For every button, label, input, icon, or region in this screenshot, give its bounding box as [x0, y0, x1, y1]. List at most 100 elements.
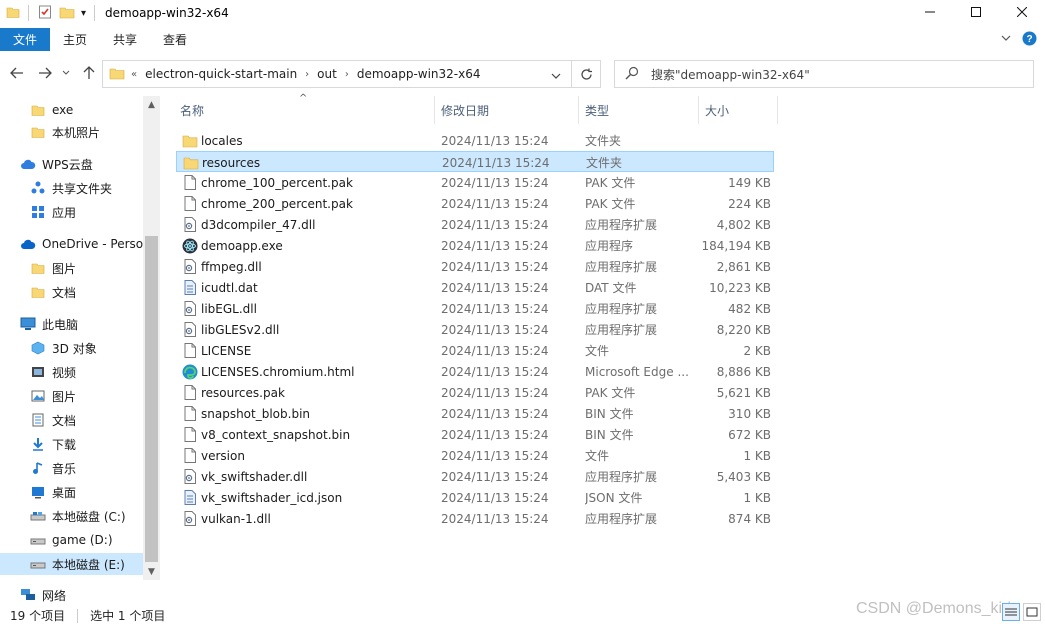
file-row[interactable]: chrome_200_percent.pak 2024/11/13 15:24 PA…	[176, 193, 774, 214]
nav-item-onedrive-documents[interactable]: 文档	[0, 281, 143, 303]
address-dropdown-icon[interactable]	[551, 69, 561, 83]
file-row[interactable]: libEGL.dll 2024/11/13 15:24 应用程序扩展 482 KB	[176, 298, 774, 319]
chevron-right-icon[interactable]: ›	[345, 69, 349, 80]
large-icons-view-button[interactable]	[1023, 603, 1041, 621]
file-row[interactable]: icudtl.dat 2024/11/13 15:24 DAT 文件 10,223 K…	[176, 277, 774, 298]
column-header-type[interactable]: 类型	[585, 96, 695, 124]
column-header-date[interactable]: 修改日期	[441, 96, 576, 124]
tab-home[interactable]: 主页	[50, 28, 100, 51]
file-type: DAT 文件	[585, 281, 637, 295]
file-icon	[182, 445, 198, 466]
nav-item-drive-e[interactable]: 本地磁盘 (E:)	[0, 553, 143, 575]
minimize-icon	[925, 11, 935, 13]
nav-item-label: 图片	[52, 389, 77, 404]
file-row[interactable]: chrome_100_percent.pak 2024/11/13 15:24 PA…	[176, 172, 774, 193]
nav-item-label: 本地磁盘 (E:)	[52, 557, 125, 572]
watermark: CSDN @Demons_kirit	[856, 600, 1016, 617]
chevron-right-icon[interactable]: ›	[305, 69, 309, 80]
close-button[interactable]	[999, 0, 1045, 24]
dat-icon	[182, 487, 198, 508]
expand-ribbon-icon[interactable]	[1000, 32, 1012, 47]
file-modified-date: 2024/11/13 15:24	[441, 490, 549, 505]
file-row[interactable]: v8_context_snapshot.bin 2024/11/13 15:24 B…	[176, 424, 774, 445]
pictures-icon	[30, 388, 46, 404]
file-row[interactable]: version 2024/11/13 15:24 文件 1 KB	[176, 445, 774, 466]
customize-dropdown-icon[interactable]: ▾	[81, 8, 86, 19]
nav-item-apps[interactable]: 应用	[0, 201, 143, 223]
address-prefix[interactable]: «	[131, 69, 137, 80]
nav-item-wps-cloud[interactable]: WPS云盘	[0, 153, 143, 175]
refresh-button[interactable]	[571, 60, 601, 88]
nav-item-videos[interactable]: 视频	[0, 361, 143, 383]
file-row[interactable]: vk_swiftshader_icd.json 2024/11/13 15:24 J…	[176, 487, 774, 508]
file-row[interactable]: ffmpeg.dll 2024/11/13 15:24 应用程序扩展 2,861 KB	[176, 256, 774, 277]
tab-share[interactable]: 共享	[100, 28, 150, 51]
file-row[interactable]: locales 2024/11/13 15:24 文件夹	[176, 130, 774, 151]
search-box[interactable]: 搜索"demoapp-win32-x64"	[614, 60, 1034, 88]
file-type: 应用程序扩展	[585, 512, 658, 526]
details-view-button[interactable]	[1002, 603, 1020, 621]
refresh-icon	[580, 68, 592, 80]
scroll-up-icon[interactable]: ▲	[143, 96, 160, 113]
address-bar[interactable]: « electron-quick-start-main › out › demo…	[102, 60, 572, 88]
properties-icon[interactable]	[37, 4, 53, 23]
file-row[interactable]: vk_swiftshader.dll 2024/11/13 15:24 应用程序扩展…	[176, 466, 774, 487]
nav-item-network[interactable]: 网络	[0, 585, 143, 605]
file-row[interactable]: libGLESv2.dll 2024/11/13 15:24 应用程序扩展 8,220…	[176, 319, 774, 340]
navigation-pane: exe 本机照片 WPS云盘 共享文件夹 应用 OneDrive - Perso…	[0, 96, 160, 580]
forward-button[interactable]	[36, 64, 54, 82]
file-row[interactable]: resources 2024/11/13 15:24 文件夹	[176, 151, 774, 172]
file-name: LICENSE	[201, 343, 252, 358]
search-input[interactable]: 搜索"demoapp-win32-x64"	[651, 66, 810, 83]
large-icons-view-icon	[1026, 607, 1038, 617]
file-name: demoapp.exe	[201, 238, 283, 253]
column-header-size[interactable]: 大小	[705, 96, 775, 124]
file-row[interactable]: demoapp.exe 2024/11/13 15:24 应用程序 184,194 K…	[176, 235, 774, 256]
address-segment[interactable]: demoapp-win32-x64	[357, 67, 481, 81]
nav-item-pictures[interactable]: 图片	[0, 385, 143, 407]
nav-item-drive-c[interactable]: 本地磁盘 (C:)	[0, 505, 143, 527]
nav-item-desktop[interactable]: 桌面	[0, 481, 143, 503]
column-headers: ^ 名称 修改日期 类型 大小	[176, 93, 786, 124]
nav-item-this-pc[interactable]: 此电脑	[0, 313, 143, 335]
file-row[interactable]: vulkan-1.dll 2024/11/13 15:24 应用程序扩展 874 KB	[176, 508, 774, 529]
help-icon[interactable]: ?	[1022, 31, 1037, 49]
nav-scrollbar[interactable]: ▲ ▼	[143, 96, 160, 580]
nav-item-onedrive[interactable]: OneDrive - Perso	[0, 233, 143, 255]
nav-item-onedrive-pictures[interactable]: 图片	[0, 257, 143, 279]
new-folder-icon[interactable]	[59, 4, 75, 23]
nav-item-downloads[interactable]: 下载	[0, 433, 143, 455]
file-row[interactable]: d3dcompiler_47.dll 2024/11/13 15:24 应用程序扩展…	[176, 214, 774, 235]
address-segment[interactable]: electron-quick-start-main	[145, 67, 297, 81]
tab-file[interactable]: 文件	[0, 28, 50, 51]
nav-item-drive-d[interactable]: game (D:)	[0, 529, 143, 551]
nav-item-documents[interactable]: 文档	[0, 409, 143, 431]
nav-item-3d-objects[interactable]: 3D 对象	[0, 337, 143, 359]
file-row[interactable]: LICENSE 2024/11/13 15:24 文件 2 KB	[176, 340, 774, 361]
nav-item-photos[interactable]: 本机照片	[0, 121, 143, 143]
video-icon	[30, 364, 46, 380]
forward-arrow-icon	[39, 67, 52, 79]
back-button[interactable]	[8, 64, 26, 82]
nav-item-shared-folder[interactable]: 共享文件夹	[0, 177, 143, 199]
scroll-down-icon[interactable]: ▼	[143, 563, 160, 580]
column-header-name[interactable]: 名称	[180, 96, 430, 124]
maximize-button[interactable]	[953, 0, 999, 24]
file-row[interactable]: resources.pak 2024/11/13 15:24 PAK 文件 5,621…	[176, 382, 774, 403]
tab-view[interactable]: 查看	[150, 28, 200, 51]
file-modified-date: 2024/11/13 15:24	[441, 238, 549, 253]
nav-item-label: 文档	[52, 285, 77, 300]
address-segment[interactable]: out	[317, 67, 337, 81]
nav-item-exe[interactable]: exe	[0, 99, 143, 121]
file-modified-date: 2024/11/13 15:24	[441, 469, 549, 484]
recent-locations-button[interactable]	[60, 64, 72, 82]
up-button[interactable]	[80, 64, 98, 82]
file-size: 1 KB	[743, 490, 771, 505]
file-row[interactable]: LICENSES.chromium.html 2024/11/13 15:24 Mi…	[176, 361, 774, 382]
scroll-thumb[interactable]	[145, 236, 158, 562]
file-icon	[182, 424, 198, 445]
dll-icon	[182, 214, 198, 235]
nav-item-music[interactable]: 音乐	[0, 457, 143, 479]
file-row[interactable]: snapshot_blob.bin 2024/11/13 15:24 BIN 文件 3…	[176, 403, 774, 424]
minimize-button[interactable]	[907, 0, 953, 24]
